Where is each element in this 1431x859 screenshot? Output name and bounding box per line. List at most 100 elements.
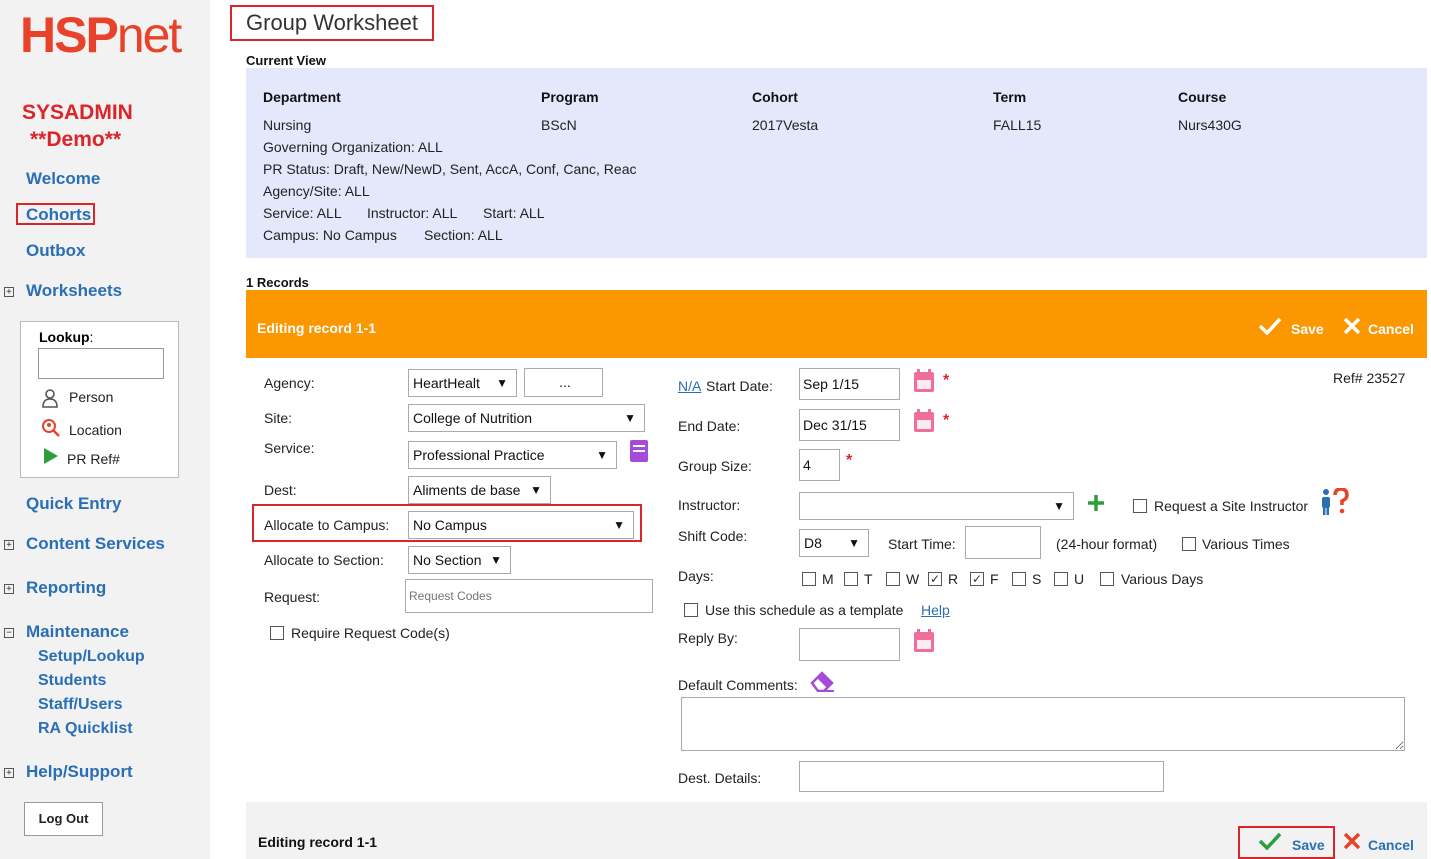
days-selector: M T W ✓ R ✓ F S U <box>802 571 1102 589</box>
footer-cancel-button[interactable]: Cancel <box>1368 837 1414 853</box>
nav-maintenance[interactable]: Maintenance <box>26 622 129 642</box>
service-select[interactable]: Professional Practice ▼ <box>408 441 617 469</box>
book-icon[interactable] <box>628 439 650 463</box>
day-label-u: U <box>1074 571 1085 587</box>
help-person-icon[interactable] <box>1319 488 1351 516</box>
nav-help-support[interactable]: Help/Support <box>26 762 133 782</box>
section-select[interactable]: No Section ▼ <box>408 546 511 574</box>
reply-by-input[interactable] <box>799 628 900 661</box>
close-icon[interactable] <box>1343 832 1361 850</box>
various-days-checkbox[interactable] <box>1100 572 1114 586</box>
view-section: Section: ALL <box>424 227 503 243</box>
view-value-cohort: 2017Vesta <box>752 117 819 133</box>
view-instructor: Instructor: ALL <box>367 205 458 221</box>
site-label: Site: <box>264 410 293 426</box>
dest-details-input[interactable] <box>799 761 1164 792</box>
request-site-instructor-checkbox[interactable] <box>1133 499 1147 513</box>
checkmark-icon[interactable] <box>1258 832 1282 850</box>
agency-browse-button[interactable]: ... <box>524 368 603 397</box>
play-icon <box>44 448 58 464</box>
require-code-label: Require Request Code(s) <box>291 625 450 641</box>
footer-edit-title: Editing record 1-1 <box>258 834 378 850</box>
request-label: Request: <box>264 589 321 605</box>
nav-students[interactable]: Students <box>38 672 106 690</box>
nav-ra-quicklist[interactable]: RA Quicklist <box>38 720 133 738</box>
collapse-icon[interactable]: − <box>4 628 14 638</box>
various-times-checkbox[interactable] <box>1182 537 1196 551</box>
end-date-input[interactable] <box>799 409 900 441</box>
shift-code-select[interactable]: D8 ▼ <box>799 529 869 557</box>
nav-setup-lookup[interactable]: Setup/Lookup <box>38 648 145 666</box>
require-code-checkbox[interactable] <box>270 626 284 640</box>
view-campus: Campus: No Campus <box>263 227 397 243</box>
page-title: Group Worksheet <box>230 5 435 41</box>
days-label: Days: <box>678 568 714 584</box>
view-value-term: FALL15 <box>993 117 1042 133</box>
site-select[interactable]: College of Nutrition ▼ <box>408 404 645 432</box>
view-service: Service: ALL <box>263 205 342 221</box>
agency-select[interactable]: HeartHealt ▼ <box>408 369 517 397</box>
day-checkbox-m[interactable] <box>802 572 816 586</box>
user-role: SYSADMIN <box>22 101 133 124</box>
default-comments-label: Default Comments: <box>678 677 798 693</box>
expand-icon[interactable]: + <box>4 540 14 550</box>
lookup-person[interactable]: Person <box>69 389 113 405</box>
start-date-input[interactable] <box>799 368 900 400</box>
hspnet-logo[interactable]: HSPnet <box>20 6 182 64</box>
footer-save-button[interactable]: Save <box>1292 837 1325 853</box>
agency-label: Agency: <box>264 375 315 391</box>
nav-cohorts[interactable]: Cohorts <box>26 205 91 225</box>
dest-label: Dest: <box>264 482 297 498</box>
current-view-panel: Department Program Cohort Term Course Nu… <box>246 68 1427 258</box>
expand-icon[interactable]: + <box>4 287 14 297</box>
day-checkbox-u[interactable] <box>1054 572 1068 586</box>
day-checkbox-s[interactable] <box>1012 572 1026 586</box>
save-button[interactable]: Save <box>1291 321 1324 337</box>
section-label: Allocate to Section: <box>264 552 384 568</box>
reply-by-label: Reply By: <box>678 630 738 646</box>
nav-welcome[interactable]: Welcome <box>26 169 100 189</box>
calendar-icon[interactable] <box>914 629 934 652</box>
instructor-select[interactable]: ▼ <box>799 492 1074 520</box>
nav-reporting[interactable]: Reporting <box>26 578 106 598</box>
day-checkbox-w[interactable] <box>886 572 900 586</box>
lookup-input[interactable] <box>38 348 164 379</box>
calendar-icon[interactable] <box>914 409 934 432</box>
lookup-pr-ref[interactable]: PR Ref# <box>67 451 120 467</box>
start-date-label: Start Date: <box>706 378 773 394</box>
template-checkbox[interactable] <box>684 603 698 617</box>
campus-select[interactable]: No Campus ▼ <box>408 511 634 539</box>
nav-worksheets[interactable]: Worksheets <box>26 281 122 301</box>
nav-outbox[interactable]: Outbox <box>26 241 86 261</box>
checkmark-icon[interactable] <box>1258 317 1282 335</box>
logout-button[interactable]: Log Out <box>24 802 103 836</box>
cancel-button[interactable]: Cancel <box>1368 321 1414 337</box>
group-size-input[interactable] <box>799 449 840 481</box>
close-icon[interactable] <box>1343 317 1361 335</box>
template-label: Use this schedule as a template <box>705 602 904 618</box>
edit-footer: Editing record 1-1 Save Cancel <box>246 802 1427 859</box>
various-days-label: Various Days <box>1121 571 1204 587</box>
help-link[interactable]: Help <box>921 602 950 618</box>
day-checkbox-f[interactable]: ✓ <box>970 572 984 586</box>
edit-header-bar: Editing record 1-1 Save Cancel <box>246 290 1427 358</box>
start-time-input[interactable] <box>965 526 1041 559</box>
day-checkbox-r[interactable]: ✓ <box>928 572 942 586</box>
default-comments-textarea[interactable] <box>681 697 1405 751</box>
eraser-icon[interactable] <box>809 670 835 692</box>
service-label: Service: <box>264 440 315 456</box>
na-link[interactable]: N/A <box>678 378 701 394</box>
day-checkbox-t[interactable] <box>844 572 858 586</box>
nav-quick-entry[interactable]: Quick Entry <box>26 494 121 514</box>
request-codes-input[interactable] <box>405 579 653 613</box>
dest-select[interactable]: Aliments de base ▼ <box>408 476 551 504</box>
calendar-icon[interactable] <box>914 369 934 392</box>
demo-label: **Demo** <box>30 128 122 151</box>
ref-number: Ref# 23527 <box>1333 370 1406 386</box>
nav-content-services[interactable]: Content Services <box>26 534 165 554</box>
plus-icon[interactable] <box>1087 494 1105 512</box>
expand-icon[interactable]: + <box>4 584 14 594</box>
lookup-location[interactable]: Location <box>69 422 122 438</box>
nav-staff-users[interactable]: Staff/Users <box>38 696 122 714</box>
expand-icon[interactable]: + <box>4 768 14 778</box>
